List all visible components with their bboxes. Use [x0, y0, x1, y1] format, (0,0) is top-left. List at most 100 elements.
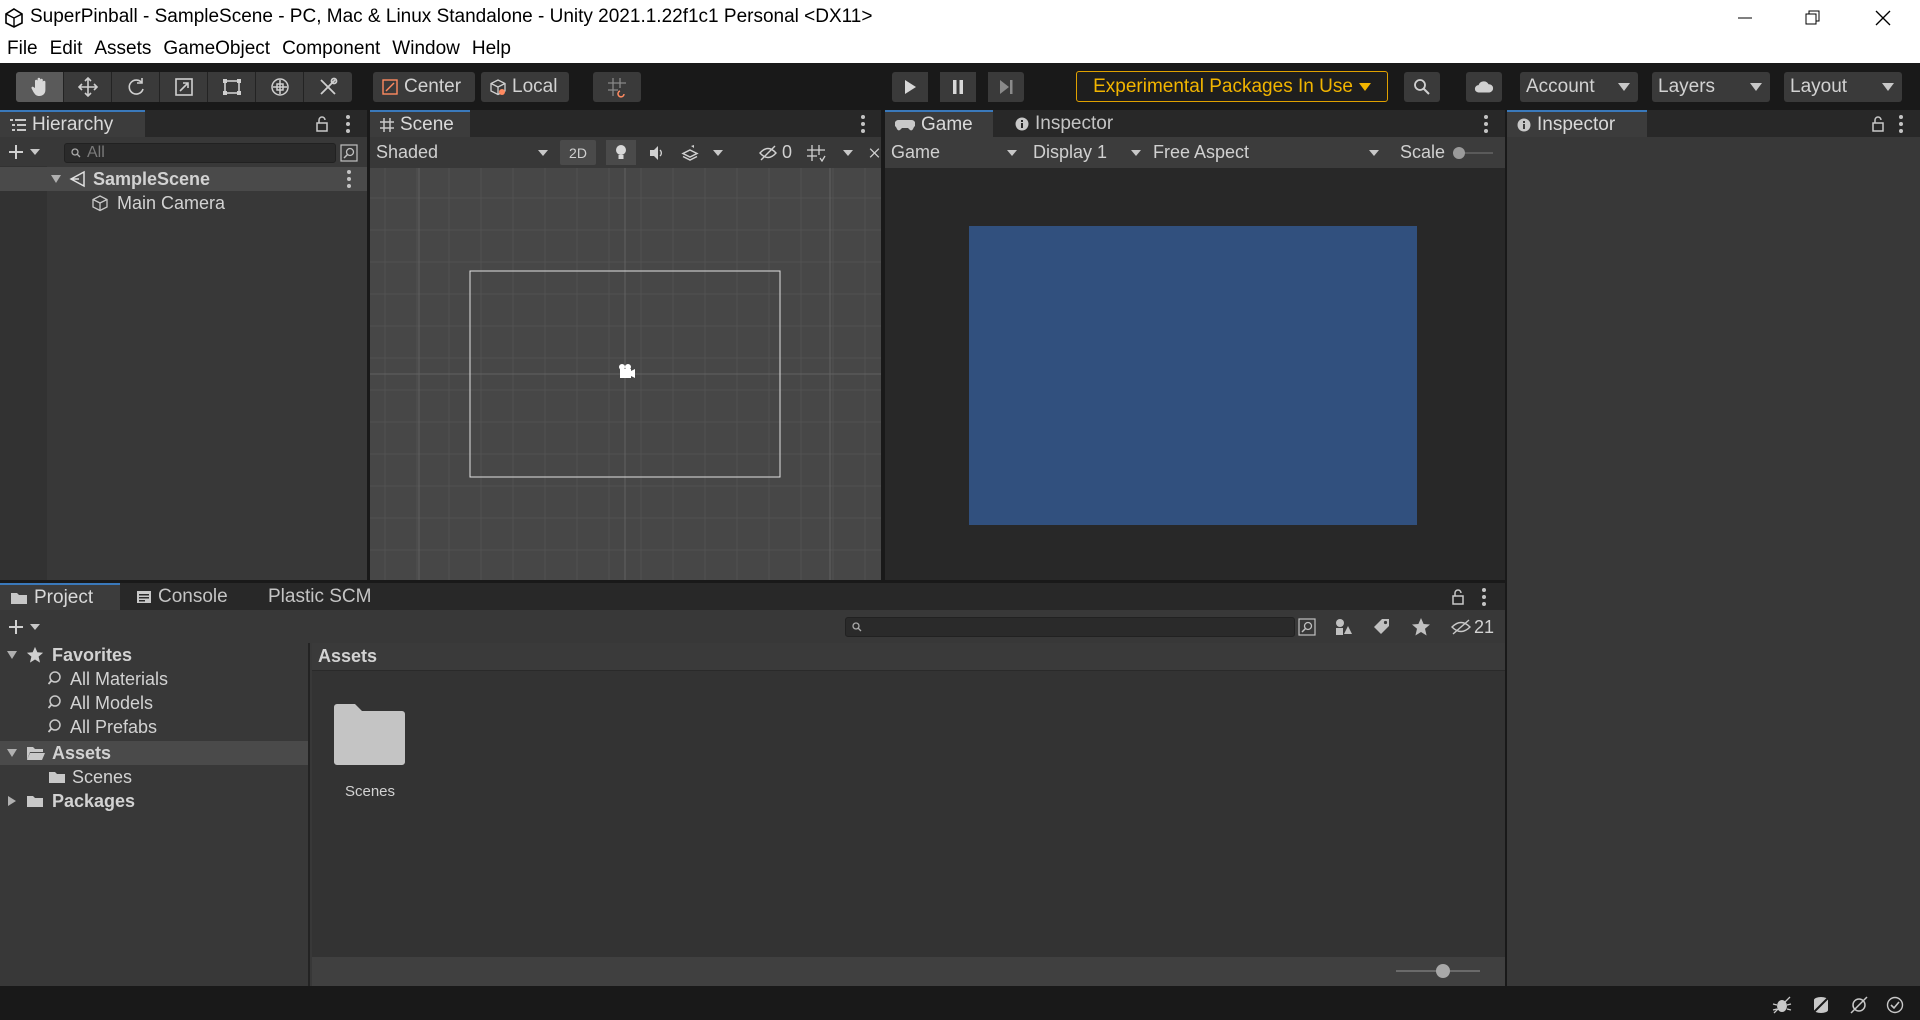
- tab-scene[interactable]: Scene: [370, 110, 470, 137]
- auto-generate-lighting-icon[interactable]: [1849, 996, 1869, 1014]
- filter-by-type-icon[interactable]: [1333, 617, 1353, 637]
- lock-icon[interactable]: [315, 116, 329, 132]
- triangle-down-icon[interactable]: [6, 649, 18, 661]
- filter-by-label-icon[interactable]: [1372, 617, 1392, 637]
- packages-folder-row[interactable]: Packages: [0, 789, 308, 813]
- tab-console[interactable]: Console: [126, 583, 246, 610]
- search-scene-icon[interactable]: [340, 144, 358, 162]
- create-button[interactable]: [8, 142, 48, 162]
- play-button[interactable]: [892, 72, 928, 102]
- close-button[interactable]: [1848, 0, 1918, 35]
- triangle-down-icon[interactable]: [50, 173, 62, 185]
- minimize-button[interactable]: [1710, 0, 1780, 35]
- scenes-folder-row[interactable]: Scenes: [0, 765, 308, 789]
- hierarchy-search-input[interactable]: All: [64, 143, 336, 163]
- menu-help[interactable]: Help: [465, 38, 516, 60]
- scene-viewport[interactable]: [370, 168, 881, 580]
- panel-menu-icon[interactable]: [345, 115, 351, 133]
- scale-slider[interactable]: Scale: [1400, 140, 1505, 165]
- menu-file[interactable]: File: [0, 38, 43, 60]
- cloud-button[interactable]: [1466, 72, 1502, 102]
- grid-dropdown[interactable]: [838, 140, 858, 165]
- asset-item-scenes[interactable]: Scenes: [330, 703, 410, 808]
- debug-bug-icon[interactable]: [1772, 996, 1792, 1014]
- aspect-dropdown[interactable]: Free Aspect: [1153, 140, 1383, 165]
- menu-gameobject[interactable]: GameObject: [156, 38, 275, 60]
- minimize-icon: [1738, 17, 1752, 18]
- toggle-2d-button[interactable]: 2D: [560, 140, 596, 165]
- experimental-packages-button[interactable]: Experimental Packages In Use: [1076, 71, 1388, 102]
- menu-component[interactable]: Component: [275, 38, 385, 60]
- star-icon[interactable]: [1411, 617, 1431, 637]
- custom-tool-button[interactable]: [304, 72, 352, 102]
- favorite-item[interactable]: All Materials: [0, 667, 308, 691]
- move-tool-button[interactable]: [64, 72, 112, 102]
- pivot-local-button[interactable]: Local: [481, 72, 569, 102]
- hidden-packages-toggle[interactable]: 21: [1450, 616, 1494, 638]
- effects-toggle[interactable]: [676, 140, 704, 165]
- panel-menu-icon[interactable]: [1483, 115, 1489, 133]
- hierarchy-item-main-camera[interactable]: Main Camera: [0, 191, 367, 215]
- chevron-down-icon: [1007, 149, 1017, 156]
- assets-breadcrumb-label[interactable]: Assets: [318, 646, 377, 667]
- search-button[interactable]: [1404, 72, 1440, 102]
- hierarchy-gutter: [0, 166, 47, 580]
- tab-inspector-2[interactable]: Inspector: [1005, 110, 1125, 137]
- favorites-row[interactable]: Favorites: [0, 643, 308, 667]
- account-dropdown[interactable]: Account: [1520, 72, 1638, 102]
- pivot-center-icon: [382, 79, 398, 95]
- scale-slider-track[interactable]: [1453, 146, 1494, 160]
- project-search-input[interactable]: [845, 617, 1295, 637]
- game-viewport[interactable]: [885, 168, 1505, 580]
- check-circle-icon[interactable]: [1886, 996, 1904, 1014]
- favorite-item[interactable]: All Models: [0, 691, 308, 715]
- transform-tool-button[interactable]: [256, 72, 304, 102]
- panel-menu-icon[interactable]: [860, 115, 866, 133]
- lighting-toggle[interactable]: [606, 140, 636, 165]
- audio-toggle[interactable]: [642, 140, 670, 165]
- grid-snap-button[interactable]: [593, 72, 641, 102]
- game-view-dropdown[interactable]: Game: [891, 140, 1021, 165]
- icon-size-slider-thumb[interactable]: [1436, 964, 1450, 978]
- tab-plastic-scm[interactable]: Plastic SCM: [258, 583, 388, 610]
- lock-icon[interactable]: [1871, 116, 1885, 132]
- hand-tool-button[interactable]: [16, 72, 64, 102]
- restore-button[interactable]: [1778, 0, 1848, 35]
- pivot-center-button[interactable]: Center: [373, 72, 475, 102]
- camera-gizmo-icon[interactable]: [619, 364, 635, 378]
- display-dropdown[interactable]: Display 1: [1033, 140, 1145, 165]
- panel-menu-icon[interactable]: [1481, 588, 1487, 606]
- lock-icon[interactable]: [1451, 589, 1465, 605]
- cache-server-icon[interactable]: [1811, 996, 1831, 1014]
- layers-dropdown[interactable]: Layers: [1652, 72, 1770, 102]
- gizmos-toggle[interactable]: [868, 140, 881, 165]
- grid-toggle[interactable]: [802, 140, 830, 165]
- triangle-right-icon[interactable]: [6, 795, 18, 807]
- menu-window[interactable]: Window: [385, 38, 465, 60]
- rotate-tool-button[interactable]: [112, 72, 160, 102]
- scale-tool-button[interactable]: [160, 72, 208, 102]
- pause-button[interactable]: [940, 72, 976, 102]
- rect-tool-button[interactable]: [208, 72, 256, 102]
- tab-project[interactable]: Project: [0, 583, 120, 610]
- menu-edit[interactable]: Edit: [43, 38, 88, 60]
- tab-game[interactable]: Game: [885, 110, 993, 137]
- menu-assets[interactable]: Assets: [87, 38, 156, 60]
- tab-hierarchy[interactable]: Hierarchy: [0, 110, 145, 137]
- scale-icon: [174, 78, 193, 96]
- scale-slider-thumb[interactable]: [1453, 146, 1466, 159]
- shading-mode-dropdown[interactable]: Shaded: [376, 140, 548, 165]
- scene-menu-icon[interactable]: [346, 170, 352, 188]
- favorite-item[interactable]: All Prefabs: [0, 715, 308, 739]
- step-button[interactable]: [988, 72, 1024, 102]
- project-create-button[interactable]: [8, 617, 48, 637]
- layout-dropdown[interactable]: Layout: [1784, 72, 1902, 102]
- panel-menu-icon[interactable]: [1898, 115, 1904, 133]
- assets-folder-row[interactable]: Assets: [0, 741, 308, 765]
- hidden-objects-toggle[interactable]: 0: [754, 140, 796, 165]
- search-scene-icon[interactable]: [1298, 618, 1316, 636]
- effects-dropdown[interactable]: [708, 140, 728, 165]
- tab-inspector[interactable]: Inspector: [1507, 110, 1647, 137]
- triangle-down-icon[interactable]: [6, 747, 18, 759]
- hierarchy-scene-row[interactable]: SampleScene: [0, 167, 367, 191]
